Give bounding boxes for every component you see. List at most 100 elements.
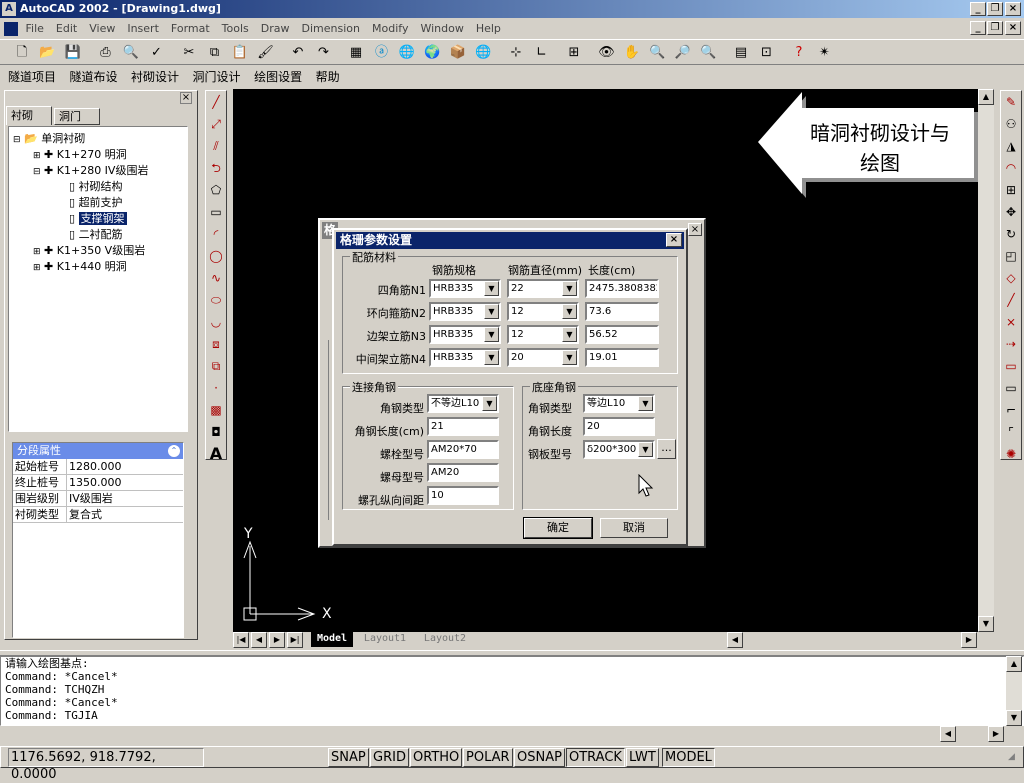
web-icon[interactable]: 🌐	[397, 43, 417, 63]
command-hscroll[interactable]: ◀ ▶	[0, 726, 1024, 742]
expand-icon[interactable]: ⊞	[33, 151, 41, 161]
line-icon[interactable]: ╱	[206, 91, 226, 113]
tree-node[interactable]: ⊞ ✚ K1+440 明洞	[33, 259, 127, 275]
ortho-toggle[interactable]: ORTHO	[410, 748, 463, 767]
menu-format[interactable]: Format	[171, 22, 210, 35]
menu-edit[interactable]: Edit	[56, 22, 77, 35]
save-icon[interactable]: 💾	[63, 43, 83, 63]
mirror-icon[interactable]: ◮	[1001, 135, 1021, 157]
dropdown-icon[interactable]: ▼	[562, 304, 577, 319]
base-type-select[interactable]: 等边L10 ▼	[583, 394, 655, 413]
dropdown-icon[interactable]: ▼	[484, 281, 499, 296]
properties-icon[interactable]: ▤	[731, 43, 751, 63]
restore-icon[interactable]: ❐	[987, 2, 1003, 16]
len-input-n3[interactable]: 56.52	[585, 325, 659, 344]
vscroll-down-icon[interactable]: ▼	[978, 616, 994, 632]
hole-gap-input[interactable]: 10	[427, 486, 499, 505]
prev-tab-icon[interactable]: ◀	[251, 632, 267, 648]
grid-toggle[interactable]: GRID	[370, 748, 409, 767]
menu-file[interactable]: File	[26, 22, 44, 35]
menu-draw[interactable]: Draw	[261, 22, 290, 35]
pan-icon[interactable]: ✋	[622, 43, 642, 63]
menu-help[interactable]: Help	[476, 22, 501, 35]
menu-insert[interactable]: Insert	[127, 22, 159, 35]
cmd-hscroll-right-icon[interactable]: ▶	[988, 726, 1004, 742]
menu-window[interactable]: Window	[420, 22, 463, 35]
ellipse-arc-icon[interactable]: ◡	[206, 311, 226, 333]
close-icon[interactable]: ×	[1005, 2, 1021, 16]
point-icon[interactable]: ·	[206, 377, 226, 399]
dropdown-icon[interactable]: ▼	[562, 350, 577, 365]
first-tab-icon[interactable]: |◀	[233, 632, 249, 648]
offset-icon[interactable]: ◠	[1001, 157, 1021, 179]
dropdown-icon[interactable]: ▼	[482, 396, 497, 411]
next-tab-icon[interactable]: ▶	[269, 632, 285, 648]
spec-select-n4[interactable]: HRB335 ▼	[429, 348, 501, 367]
browse-button[interactable]: ...	[657, 439, 676, 459]
cut-icon[interactable]: ✂	[179, 43, 199, 63]
len-input-n4[interactable]: 19.01	[585, 348, 659, 367]
resize-grip-icon[interactable]: ◢	[1008, 752, 1022, 766]
connect-type-select[interactable]: 不等边L10 ▼	[427, 394, 499, 413]
command-scrollbar[interactable]: ▲ ▼	[1006, 656, 1022, 726]
hyperlink-icon[interactable]: ⓐ	[372, 43, 392, 63]
menu-tunnel-layout[interactable]: 隧道布设	[70, 70, 118, 84]
paste-icon[interactable]: 📋	[230, 43, 250, 63]
dropdown-icon[interactable]: ▼	[562, 327, 577, 342]
menu-modify[interactable]: Modify	[372, 22, 408, 35]
hatch-icon[interactable]: ▩	[206, 399, 226, 421]
move-icon[interactable]: ✥	[1001, 201, 1021, 223]
copy-object-icon[interactable]: ⚇	[1001, 113, 1021, 135]
dropdown-icon[interactable]: ▼	[484, 304, 499, 319]
open-icon[interactable]: 📂	[38, 43, 58, 63]
doc-icon[interactable]	[4, 22, 18, 36]
break-icon[interactable]: ▭	[1001, 355, 1021, 377]
zoom-window-icon[interactable]: 🔎	[673, 43, 693, 63]
circle-icon[interactable]: ◯	[206, 245, 226, 267]
hscroll-left-icon[interactable]: ◀	[727, 632, 743, 648]
bolt-input[interactable]: AM20*70	[427, 440, 499, 459]
len-input-n2[interactable]: 73.6	[585, 302, 659, 321]
make-block-icon[interactable]: ⧉	[206, 355, 226, 377]
ucs-icon[interactable]: ∟	[532, 43, 552, 63]
connect-len-input[interactable]: 21	[427, 417, 499, 436]
dialog-close-icon[interactable]: ×	[666, 233, 682, 247]
dia-select-n2[interactable]: 12 ▼	[507, 302, 579, 321]
polygon-icon[interactable]: ⬠	[206, 179, 226, 201]
design-center-icon[interactable]: ▦	[346, 43, 366, 63]
construction-line-icon[interactable]: ⤢	[206, 113, 226, 135]
array-icon[interactable]: ⊞	[1001, 179, 1021, 201]
tab-layout2[interactable]: Layout2	[417, 632, 473, 647]
cancel-button[interactable]: 取消	[600, 518, 668, 538]
osnap-toggle[interactable]: OSNAP	[514, 748, 565, 767]
publish-icon[interactable]: 🌍	[423, 43, 443, 63]
spec-select-n1[interactable]: HRB335 ▼	[429, 279, 501, 298]
last-tab-icon[interactable]: ▶|	[287, 632, 303, 648]
wand-icon[interactable]: ✴	[815, 43, 835, 63]
meet-icon[interactable]: 🌐	[474, 43, 494, 63]
tab-portal[interactable]: 洞门	[54, 108, 100, 125]
snap-toggle[interactable]: SNAP	[328, 748, 369, 767]
trim-icon[interactable]: ⨯	[1001, 311, 1021, 333]
expand-icon[interactable]: ⊞	[33, 247, 41, 257]
multiline-icon[interactable]: ⫽	[206, 135, 226, 157]
fillet-icon[interactable]: ⌜	[1001, 421, 1021, 443]
orbit-icon[interactable]: 👁	[597, 43, 617, 63]
spell-icon[interactable]: ✓	[147, 43, 167, 63]
print-icon[interactable]: ⎙	[96, 43, 116, 63]
cmd-hscroll-left-icon[interactable]: ◀	[940, 726, 956, 742]
vscroll-up-icon[interactable]: ▲	[978, 89, 994, 105]
menu-view[interactable]: View	[89, 22, 115, 35]
zoom-previous-icon[interactable]: 🔍	[699, 43, 719, 63]
undo-icon[interactable]: ↶	[288, 43, 308, 63]
tree-node-root[interactable]: ⊟ 📂 单洞衬砌	[13, 131, 85, 147]
copy-icon[interactable]: ⧉	[205, 43, 225, 63]
dropdown-icon[interactable]: ▼	[484, 327, 499, 342]
spec-select-n2[interactable]: HRB335 ▼	[429, 302, 501, 321]
tab-layout1[interactable]: Layout1	[357, 632, 413, 647]
ok-button[interactable]: 确定	[523, 517, 593, 539]
dia-select-n4[interactable]: 20 ▼	[507, 348, 579, 367]
dia-select-n3[interactable]: 12 ▼	[507, 325, 579, 344]
extend-icon[interactable]: ⇢	[1001, 333, 1021, 355]
explode-icon[interactable]: ✺	[1001, 443, 1021, 465]
